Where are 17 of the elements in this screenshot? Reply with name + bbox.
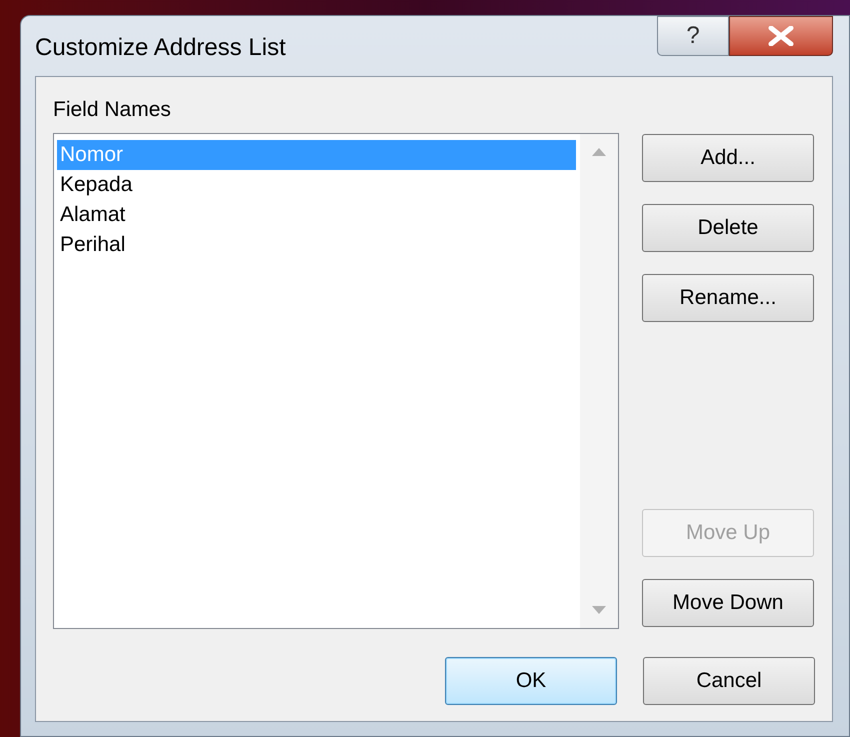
close-button[interactable] — [729, 16, 833, 56]
ok-button[interactable]: OK — [445, 657, 617, 705]
cancel-button[interactable]: Cancel — [643, 657, 815, 705]
field-list-item[interactable]: Alamat — [57, 200, 576, 230]
field-names-label: Field Names — [53, 97, 172, 123]
help-button[interactable]: ? — [657, 16, 729, 56]
scrollbar[interactable] — [580, 134, 618, 628]
field-list-item[interactable]: Perihal — [57, 230, 576, 260]
field-list-item[interactable]: Kepada — [57, 170, 576, 200]
scroll-down-icon[interactable] — [592, 606, 606, 614]
scroll-up-icon[interactable] — [592, 148, 606, 156]
window-title: Customize Address List — [35, 33, 286, 63]
dialog-button[interactable]: Add... — [642, 134, 814, 182]
dialog-button[interactable]: Rename... — [642, 274, 814, 322]
dialog-button[interactable]: Move Down — [642, 579, 814, 627]
close-icon — [768, 26, 794, 46]
dialog-button[interactable]: Delete — [642, 204, 814, 252]
